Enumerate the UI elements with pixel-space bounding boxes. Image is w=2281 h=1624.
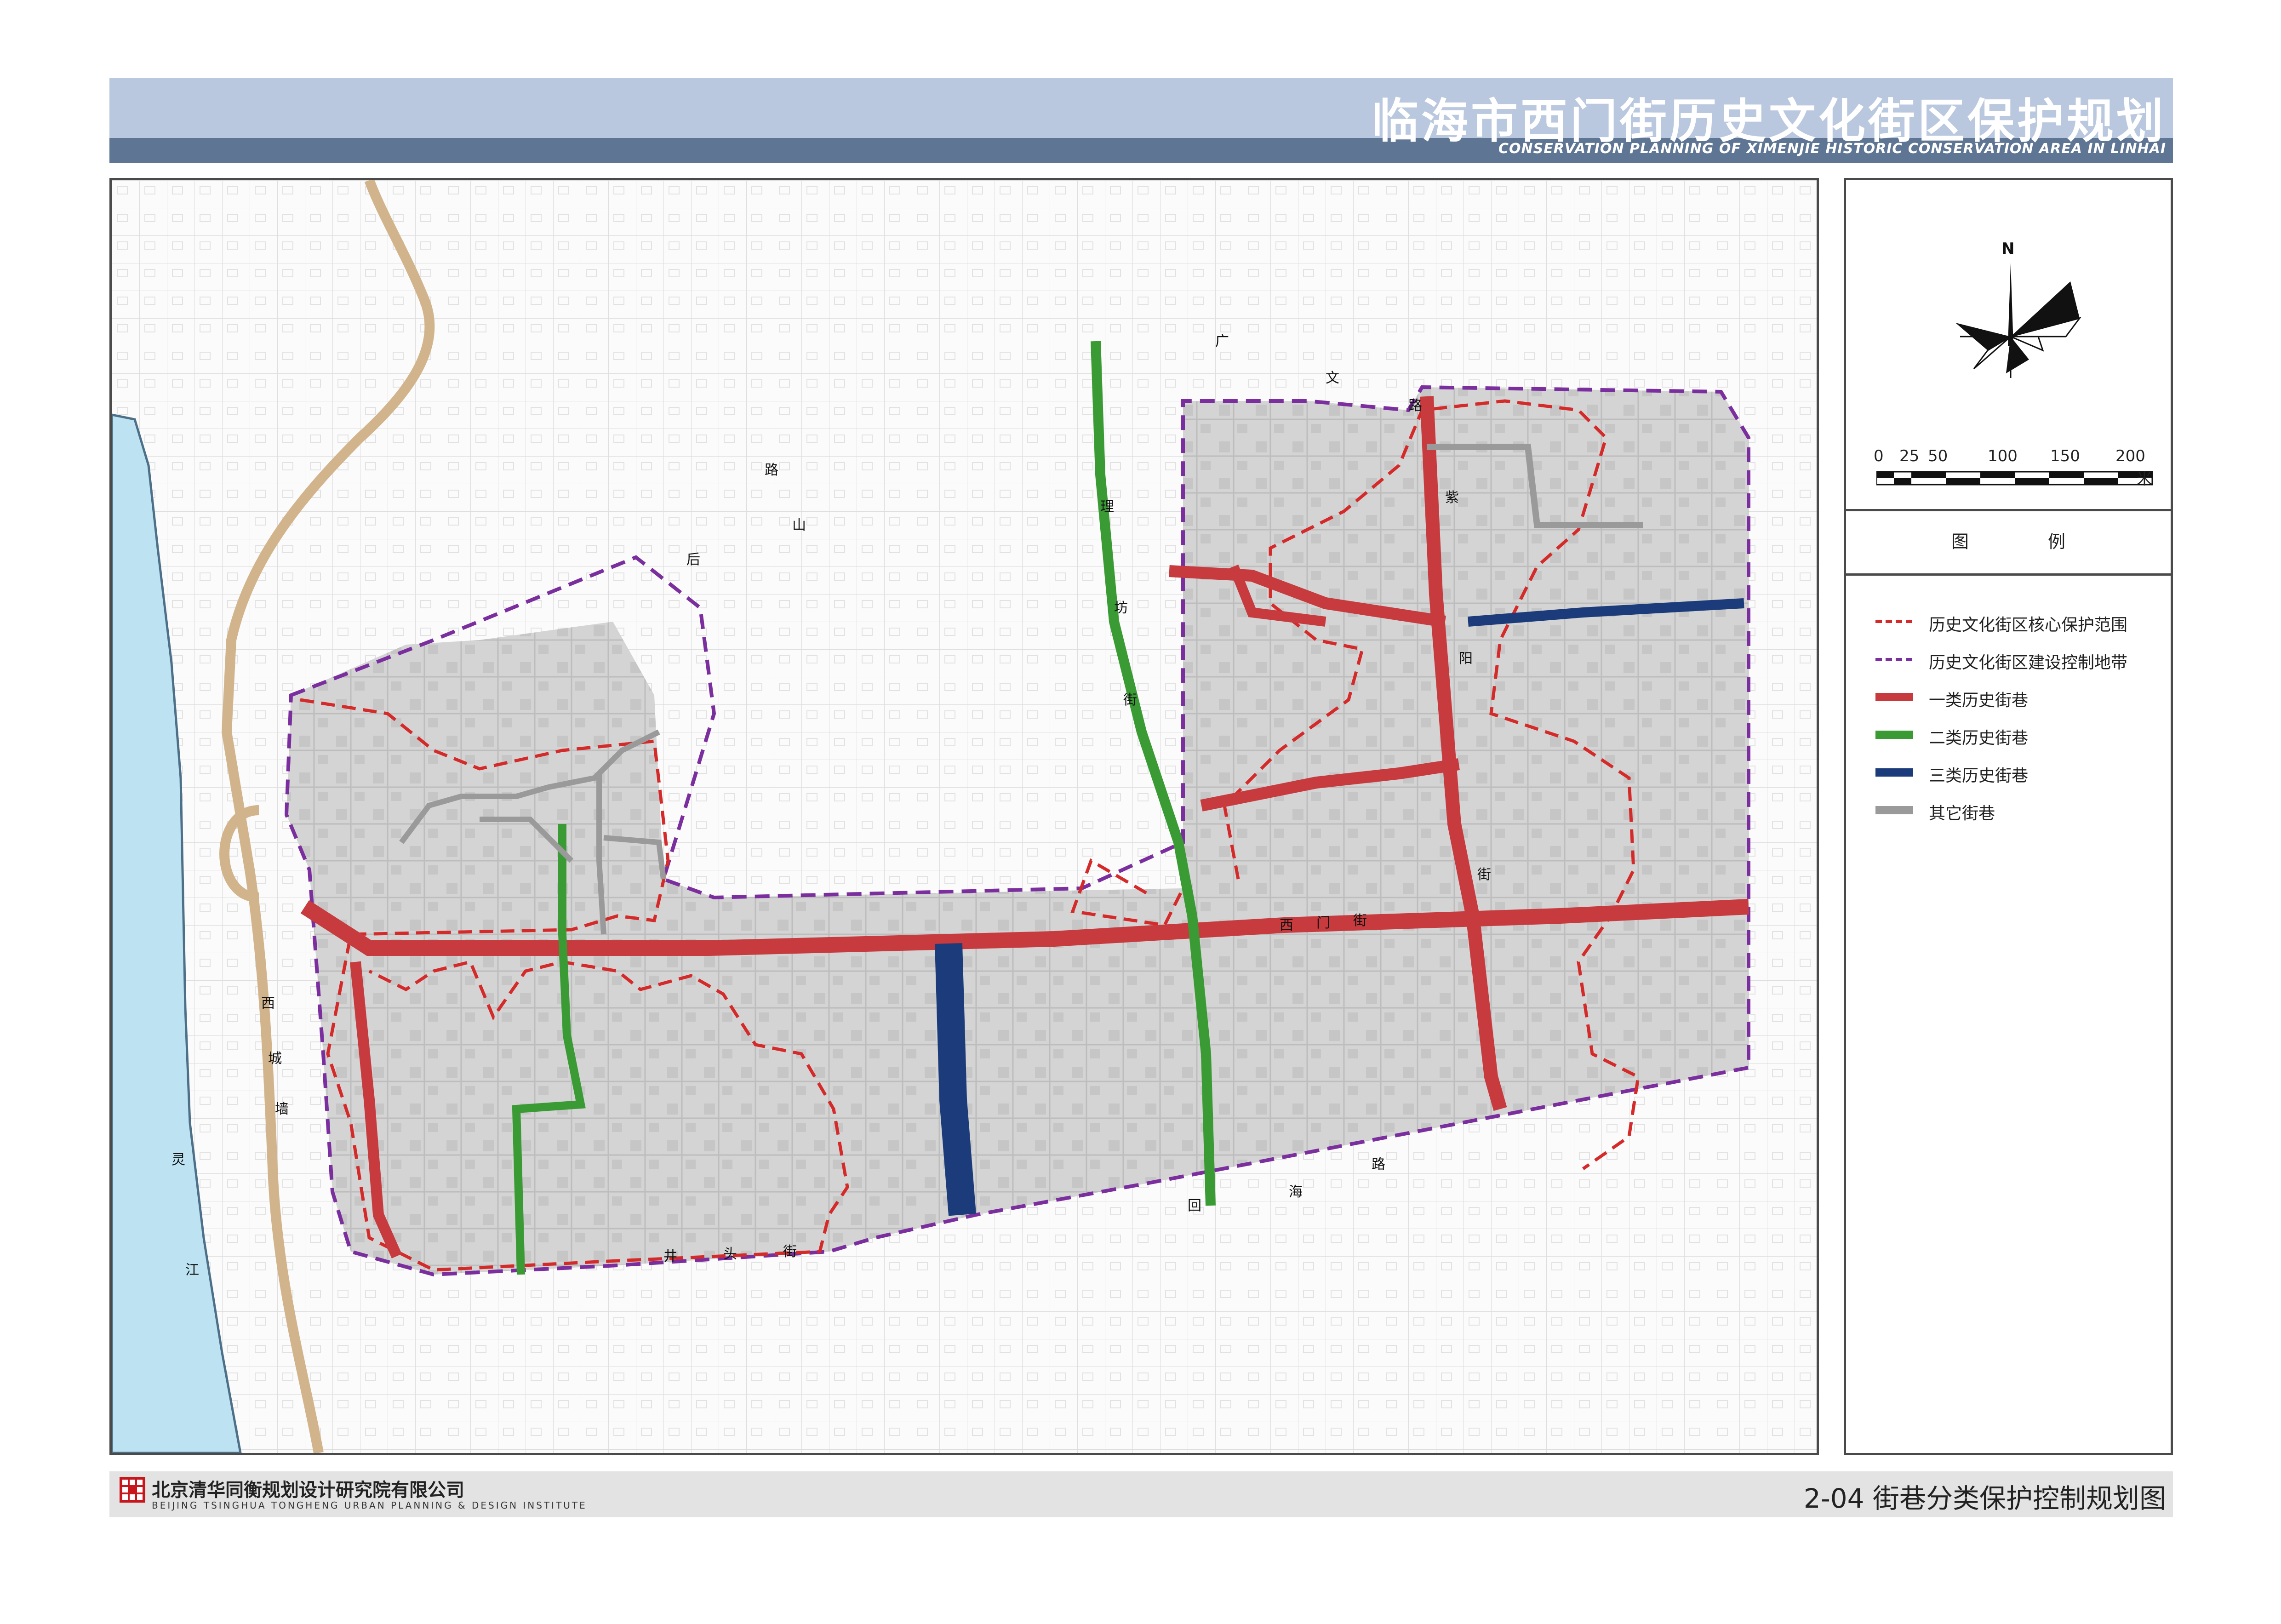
street-label-ziyang-street: 街 <box>1477 867 1491 883</box>
street-label-houshan-road: 山 <box>792 517 806 533</box>
legend-item-label: 二类历史街巷 <box>1929 729 2029 748</box>
legend-item: 二类历史街巷 <box>1874 721 2168 749</box>
street-label-huihai-road: 路 <box>1372 1156 1385 1172</box>
map-sheet: 临海市西门街历史文化街区保护规划 CONSERVATION PLANNING O… <box>0 0 2281 1624</box>
street-label-lixin-street: 理 <box>1100 499 1114 515</box>
legend-item: 其它街巷 <box>1874 796 2168 824</box>
street-label-huihai-road: 回 <box>1188 1198 1201 1214</box>
street-label-ximen-street: 门 <box>1316 915 1330 931</box>
street-label-ziyang-street: 阳 <box>1459 651 1473 667</box>
street-label-ximen-street: 西 <box>1280 917 1293 933</box>
legend-item-label: 历史文化街区建设控制地带 <box>1929 653 2128 672</box>
legend-item: 三类历史街巷 <box>1874 759 2168 786</box>
street-label-lingjiang: 灵 <box>172 1152 185 1168</box>
street-label-ziyang-street: 紫 <box>1445 490 1459 506</box>
legend-swatch <box>1875 768 1913 777</box>
scale-tick-200: 200 <box>2115 447 2145 465</box>
street-label-jingtou-street: 井 <box>663 1248 677 1264</box>
legend-item: 历史文化街区核心保护范围 <box>1874 608 2168 635</box>
scale-unit: 米 <box>2137 470 2152 488</box>
institute-name-english: BEIJING TSINGHUA TONGHENG URBAN PLANNING… <box>152 1500 587 1511</box>
scale-tick-0: 0 <box>1874 447 1884 465</box>
legend-divider <box>1846 573 2171 576</box>
legend-item-label: 三类历史街巷 <box>1929 766 2029 785</box>
street-label-lingjiang: 江 <box>185 1262 199 1278</box>
legend-divider <box>1846 509 2171 511</box>
legend-item-label: 一类历史街巷 <box>1929 691 2029 710</box>
legend-panel: N 0 25 50 100 150 200 米 图 例 历史文化街区核心保护范围… <box>1844 178 2173 1455</box>
jiaoxiang-lane <box>935 943 976 1216</box>
scale-bar <box>1876 471 2153 486</box>
street-label-lixin-street: 街 <box>1123 692 1137 708</box>
legend-item: 一类历史街巷 <box>1874 683 2168 711</box>
scale-tick-150: 150 <box>2050 447 2080 465</box>
street-label-lixin-street: 坊 <box>1114 600 1128 616</box>
legend-swatch <box>1875 658 1913 661</box>
legend-item-label: 其它街巷 <box>1929 804 1995 823</box>
legend-item-label: 历史文化街区核心保护范围 <box>1929 616 2128 635</box>
street-label-guangwen-road: 广 <box>1215 333 1229 349</box>
legend-item: 历史文化街区建设控制地带 <box>1874 646 2168 673</box>
street-label-xicheng-wall: 墙 <box>275 1101 289 1117</box>
street-label-jingtou-street: 街 <box>783 1244 797 1260</box>
scale-bar-labels: 0 25 50 100 150 200 <box>1874 447 2168 470</box>
institute-logo-icon <box>120 1477 145 1503</box>
legend-title: 图 例 <box>1951 532 2103 552</box>
street-label-xicheng-wall: 西 <box>261 995 275 1012</box>
map-panel[interactable]: 广文路后山路回海路西门街紫阳街理坊街西城墙灵江井头街 <box>109 178 1819 1455</box>
scale-tick-50: 50 <box>1928 447 1948 465</box>
street-label-huihai-road: 海 <box>1289 1184 1303 1200</box>
street-label-ximen-street: 街 <box>1353 913 1367 929</box>
street-label-guangwen-road: 路 <box>1408 398 1422 414</box>
scale-tick-25: 25 <box>1899 447 1920 465</box>
plate-title: 2-04 街巷分类保护控制规划图 <box>1803 1483 2166 1514</box>
compass-rose-icon: N <box>1955 240 2081 378</box>
compass-north-label: N <box>2001 240 2014 258</box>
scale-tick-100: 100 <box>1988 447 2018 465</box>
legend-swatch <box>1875 620 1913 623</box>
plan-title-english: CONSERVATION PLANNING OF XIMENJIE HISTOR… <box>1498 141 2166 157</box>
street-label-xicheng-wall: 城 <box>268 1051 282 1067</box>
street-label-houshan-road: 后 <box>686 552 700 568</box>
street-label-houshan-road: 路 <box>765 462 778 478</box>
institute-name: 北京清华同衡规划设计研究院有限公司 <box>152 1480 464 1501</box>
legend-swatch <box>1875 731 1913 739</box>
map-canvas[interactable]: 广文路后山路回海路西门街紫阳街理坊街西城墙灵江井头街 <box>112 180 1817 1453</box>
legend-swatch <box>1875 693 1913 701</box>
legend-swatch <box>1875 806 1913 814</box>
street-label-guangwen-road: 文 <box>1326 370 1339 386</box>
street-label-jingtou-street: 头 <box>723 1246 737 1262</box>
